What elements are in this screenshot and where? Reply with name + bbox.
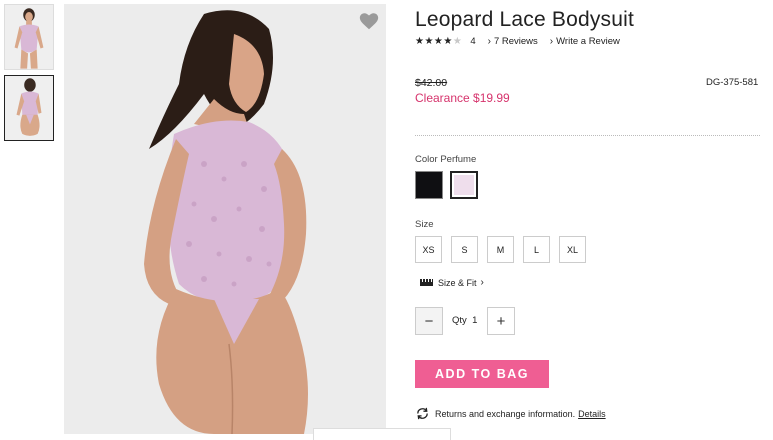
quantity-display: Qty 1: [452, 315, 477, 326]
reviews-link-label: 7 Reviews: [493, 36, 538, 47]
size-option-m[interactable]: M: [487, 236, 514, 263]
size-label: Size: [415, 219, 434, 230]
chevron-right-icon: ›: [480, 277, 484, 288]
heart-icon[interactable]: [358, 10, 380, 32]
size-option-s[interactable]: S: [451, 236, 478, 263]
thumbnail-front-image: [5, 5, 53, 69]
returns-details-link[interactable]: Details: [578, 409, 606, 419]
thumbnail-back-image: [5, 76, 53, 140]
section-divider: [415, 135, 760, 136]
sale-price: Clearance $19.99: [415, 91, 510, 105]
chevron-right-icon: ›: [549, 36, 554, 47]
color-label: Color Perfume: [415, 154, 477, 165]
write-review-link[interactable]: › Write a Review: [550, 36, 620, 47]
size-option-xs[interactable]: XS: [415, 236, 442, 263]
product-sku: DG-375-581: [706, 77, 759, 88]
rating-count: 4: [470, 36, 476, 47]
product-title: Leopard Lace Bodysuit: [415, 8, 635, 31]
add-to-bag-button[interactable]: ADD TO BAG: [415, 360, 549, 388]
color-swatch-perfume[interactable]: [450, 171, 478, 199]
returns-info: Returns and exchange information. Detail…: [415, 406, 606, 421]
reviews-link[interactable]: › 7 Reviews: [488, 36, 538, 47]
bottom-panel: [313, 428, 451, 440]
quantity-decrease-button[interactable]: −: [415, 307, 443, 335]
original-price: $42.00: [415, 77, 448, 89]
product-thumbnail-front[interactable]: [4, 4, 54, 70]
quantity-label: Qty: [452, 315, 467, 326]
ruler-icon: [420, 279, 433, 286]
quantity-increase-button[interactable]: +: [487, 307, 515, 335]
exchange-cycle-icon: [417, 407, 428, 420]
main-product-image: [64, 4, 386, 434]
size-fit-link[interactable]: Size & Fit ›: [420, 277, 484, 288]
star-rating: ★★★★★: [415, 36, 463, 47]
write-review-label: Write a Review: [556, 36, 620, 47]
returns-text: Returns and exchange information.: [435, 408, 576, 419]
size-option-xl[interactable]: XL: [559, 236, 586, 263]
chevron-right-icon: ›: [487, 36, 491, 47]
quantity-value: 1: [472, 315, 478, 326]
size-option-l[interactable]: L: [523, 236, 550, 263]
rating-row: ★★★★★ 4 › 7 Reviews › Write a Review: [415, 36, 620, 47]
product-thumbnail-back[interactable]: [4, 75, 54, 141]
color-swatch-black[interactable]: [415, 171, 443, 199]
size-fit-label: Size & Fit: [438, 277, 477, 288]
